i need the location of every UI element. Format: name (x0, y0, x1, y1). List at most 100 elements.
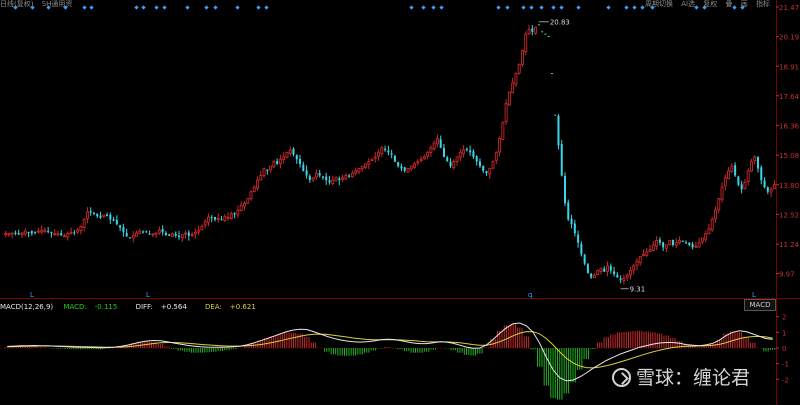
candle (23, 230, 27, 235)
candle (357, 168, 361, 173)
overlay-button[interactable]: 叠 (726, 0, 733, 8)
candle (580, 243, 583, 255)
macd-tab[interactable]: MACD (744, 299, 776, 311)
ai-select-button[interactable]: AI选 (681, 0, 695, 8)
candle (311, 177, 315, 181)
candle (338, 178, 341, 181)
candle (233, 213, 236, 215)
candle (563, 175, 567, 204)
period-switch-button[interactable]: 周期切换 (645, 0, 673, 8)
candle (426, 151, 430, 157)
candle (269, 165, 273, 171)
candle (236, 209, 240, 216)
candle (138, 230, 142, 235)
candle (668, 239, 672, 245)
candle (658, 239, 661, 243)
candle (750, 161, 753, 172)
macd-tick-label: 0 (782, 345, 786, 353)
event-flag-icon (505, 5, 510, 10)
candle (700, 237, 704, 243)
candle (651, 244, 655, 251)
candle (246, 198, 250, 204)
candle (674, 242, 678, 246)
candle (360, 165, 364, 170)
candle (50, 231, 53, 233)
draw-button[interactable]: 画 (741, 0, 748, 8)
candle (435, 137, 439, 145)
candle (603, 268, 606, 272)
event-flag-icon (559, 5, 564, 10)
adjust-button[interactable]: 复权 (703, 0, 717, 8)
candle (384, 148, 387, 150)
candle (397, 162, 400, 167)
candle (606, 265, 609, 272)
dea-number: +0.621 (229, 303, 256, 311)
macd-number: -0.115 (94, 303, 118, 311)
candle (403, 167, 406, 171)
candle (92, 212, 95, 214)
candle (334, 177, 338, 182)
candle (662, 242, 665, 248)
period-label[interactable]: 日线(复权) (0, 0, 33, 8)
candle (419, 158, 423, 161)
event-flag-icon (539, 5, 544, 10)
candle (63, 235, 66, 238)
candle (27, 232, 30, 234)
candle (534, 26, 538, 34)
candle (305, 170, 308, 176)
candle (99, 215, 102, 218)
candle (14, 232, 17, 234)
candle (655, 239, 659, 247)
candle (619, 278, 622, 280)
candle (60, 233, 63, 236)
event-flag-icon (264, 5, 269, 10)
candle (592, 274, 596, 278)
candle (373, 156, 377, 159)
candle (344, 175, 348, 180)
candle (47, 230, 50, 232)
candle (151, 233, 155, 236)
candle (367, 161, 371, 165)
security-label[interactable]: SH通用资 (42, 0, 73, 8)
candle (206, 216, 210, 223)
candle (609, 266, 612, 271)
candle (632, 265, 636, 271)
price-tick-label: 11.24 (779, 241, 800, 249)
candle (482, 165, 485, 171)
candle (314, 172, 318, 178)
candle (465, 148, 468, 150)
dea-label: DEA: (205, 303, 222, 311)
candle (328, 180, 331, 183)
candle (76, 229, 80, 233)
candle (772, 184, 776, 190)
candle (422, 156, 426, 160)
candle (685, 242, 688, 244)
candle (393, 155, 396, 162)
candle (442, 147, 445, 157)
candle (17, 233, 20, 235)
axis-panel (776, 0, 800, 405)
candle (628, 270, 632, 276)
indicator-button[interactable]: 指标 (756, 0, 770, 8)
candle (409, 165, 413, 170)
candle (292, 148, 295, 155)
candle (387, 150, 390, 153)
candle (501, 121, 505, 140)
candlestick-chart[interactable]: 21.47 20.19 18.91 17.64 16.36 15.08 13.80 12.52… (0, 0, 800, 405)
dea-value: DEA: +0.621 (205, 303, 264, 311)
price-tick-label: 13.80 (779, 182, 799, 190)
candle (596, 270, 600, 276)
candle (491, 161, 495, 169)
candle (213, 217, 217, 220)
candle (168, 234, 171, 236)
candle (203, 221, 207, 226)
candle (321, 176, 324, 178)
candle (691, 243, 694, 248)
low-label: 9.31 (630, 285, 646, 293)
candle (252, 186, 256, 193)
candle (488, 168, 492, 175)
candle (527, 29, 531, 35)
candle (318, 173, 321, 176)
high-label: 20.83 (550, 18, 570, 26)
macd-tick-label: -1 (782, 361, 789, 369)
